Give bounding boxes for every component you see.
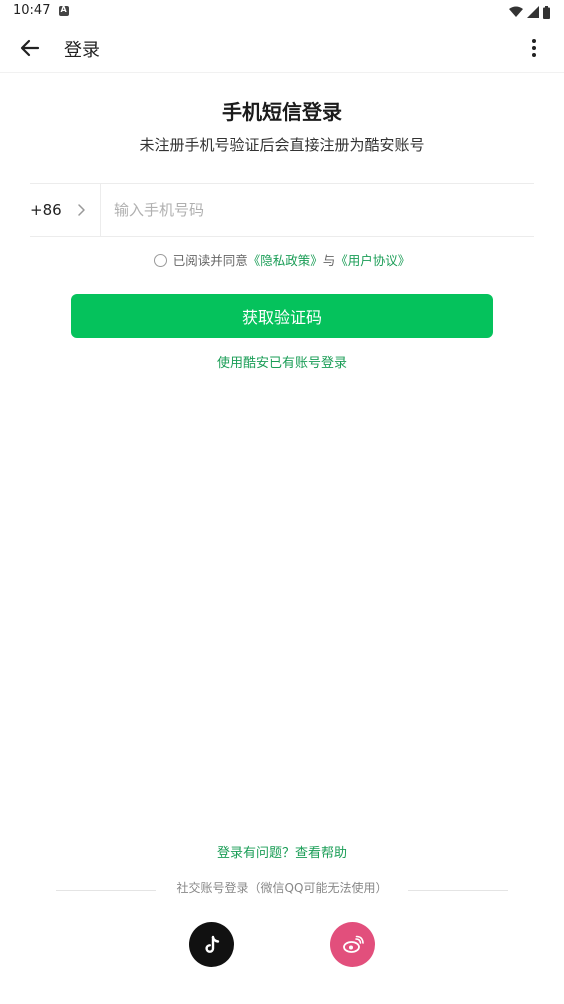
more-options-button[interactable] xyxy=(522,36,546,60)
login-headline: 手机短信登录 xyxy=(222,100,342,124)
agreement-and: 与 xyxy=(322,253,336,268)
signal-icon xyxy=(527,6,539,18)
arrow-left-icon xyxy=(20,39,40,57)
phone-number-input[interactable] xyxy=(108,194,530,226)
login-screen: 10:47 登录 xyxy=(0,0,564,1004)
battery-icon xyxy=(543,5,550,19)
get-verification-code-button[interactable]: 获取验证码 xyxy=(71,294,493,338)
status-icons xyxy=(509,5,550,19)
country-code-label: +86 xyxy=(30,201,62,219)
weibo-login-button[interactable] xyxy=(330,922,375,967)
tiktok-login-button[interactable] xyxy=(189,922,234,967)
more-vertical-icon xyxy=(532,39,536,57)
status-bar: 10:47 xyxy=(0,0,564,24)
country-code-selector[interactable]: +86 xyxy=(30,184,101,236)
divider-line-right xyxy=(408,890,508,891)
social-login-label: 社交账号登录（微信QQ可能无法使用） xyxy=(176,881,388,895)
weibo-icon xyxy=(342,935,364,953)
login-help-link[interactable]: 登录有问题？查看帮助 xyxy=(0,842,564,861)
agree-checkbox[interactable] xyxy=(153,254,167,267)
app-bar: 登录 xyxy=(0,24,564,73)
agreement-prefix: 已阅读并同意 xyxy=(172,253,248,268)
agreement-row: 已阅读并同意《隐私政策》与《用户协议》 xyxy=(0,250,564,269)
tiktok-icon xyxy=(204,935,219,953)
notification-icon xyxy=(59,5,69,16)
status-time: 10:47 xyxy=(13,3,51,18)
chevron-right-icon xyxy=(78,204,85,216)
wifi-icon xyxy=(509,6,523,17)
privacy-policy-link[interactable]: 《隐私政策》 xyxy=(248,253,323,268)
page-title: 登录 xyxy=(64,40,100,61)
phone-input-row: +86 xyxy=(30,183,534,237)
social-login-divider: 社交账号登录（微信QQ可能无法使用） xyxy=(56,879,508,899)
back-button[interactable] xyxy=(16,34,44,62)
login-subheadline: 未注册手机号验证后会直接注册为酷安账号 xyxy=(139,136,425,154)
user-agreement-link[interactable]: 《用户协议》 xyxy=(335,253,410,268)
existing-account-login-link[interactable]: 使用酷安已有账号登录 xyxy=(0,352,564,371)
